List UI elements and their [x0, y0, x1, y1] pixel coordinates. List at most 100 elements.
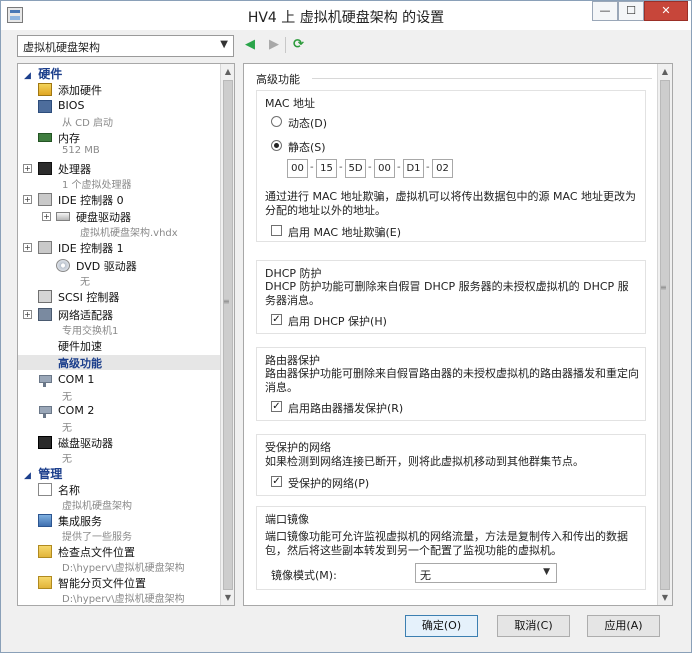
- settings-tree[interactable]: ◢ 硬件 添加硬件 BIOS 从 CD 启动 内存 512 MB + 处理器 1…: [17, 63, 235, 606]
- tree-item-label: 添加硬件: [58, 84, 102, 97]
- name-tag-icon: [38, 483, 52, 496]
- toolbar-separator: [285, 37, 286, 53]
- mac-octet-input[interactable]: 02: [432, 159, 453, 178]
- folder-icon: [38, 545, 52, 558]
- mac-static-label[interactable]: 静态(S): [288, 139, 326, 155]
- cancel-button[interactable]: 取消(C): [497, 615, 570, 637]
- protected-network-group: 受保护的网络 如果检测到网络连接已断开，则将此虚拟机移动到其他群集节点。 ✓ 受…: [256, 434, 646, 496]
- mac-spoofing-label[interactable]: 启用 MAC 地址欺骗(E): [288, 224, 401, 240]
- tree-item-integration-services[interactable]: 集成服务: [18, 513, 220, 528]
- dhcp-guard-label[interactable]: 启用 DHCP 保护(H): [288, 313, 387, 329]
- tree-item-detail: 专用交换机1: [62, 326, 119, 337]
- scrollbar-thumb[interactable]: [660, 80, 670, 590]
- mac-dynamic-label[interactable]: 动态(D): [288, 115, 327, 131]
- close-button[interactable]: ✕: [644, 1, 688, 21]
- com-port-icon: [38, 405, 52, 418]
- tree-item-smart-paging-location[interactable]: 智能分页文件位置: [18, 575, 220, 590]
- tree-item-detail: 虚拟机硬盘架构: [62, 501, 132, 512]
- router-guard-group: 路由器保护 路由器保护功能可删除来自假冒路由器的未授权虚拟机的路由器播发和重定向…: [256, 347, 646, 421]
- network-adapter-icon: [38, 308, 52, 321]
- folder-icon: [38, 576, 52, 589]
- apply-button[interactable]: 应用(A): [587, 615, 660, 637]
- tree-item-detail: 512 MB: [62, 145, 100, 156]
- tree-item-hardware-acceleration[interactable]: 硬件加速: [18, 338, 220, 353]
- mac-spoofing-checkbox[interactable]: [271, 225, 282, 236]
- tree-item-dvd-drive[interactable]: DVD 驱动器: [18, 258, 220, 273]
- tree-item-processor[interactable]: 处理器: [18, 161, 220, 176]
- mac-octet-input[interactable]: D1: [403, 159, 424, 178]
- forward-arrow-icon[interactable]: ▶: [269, 37, 279, 52]
- ok-button[interactable]: 确定(O): [405, 615, 478, 637]
- title-bar[interactable]: HV4 上 虚拟机硬盘架构 的设置 — ☐ ✕: [1, 1, 691, 30]
- mac-static-radio[interactable]: [271, 140, 282, 151]
- tree-item-detail: 从 CD 启动: [62, 118, 114, 129]
- group-title: DHCP 防护: [265, 267, 322, 280]
- tree-item-label: COM 2: [58, 404, 95, 417]
- mirroring-mode-value: 无: [420, 569, 431, 582]
- tree-item-scsi[interactable]: SCSI 控制器: [18, 289, 220, 304]
- minimize-button[interactable]: —: [592, 1, 618, 21]
- vm-selector-dropdown[interactable]: 虚拟机硬盘架构 ▼: [17, 35, 234, 57]
- tree-item-diskette-drive[interactable]: 磁盘驱动器: [18, 435, 220, 450]
- maximize-button[interactable]: ☐: [618, 1, 644, 21]
- mirroring-mode-dropdown[interactable]: 无 ▼: [415, 563, 557, 583]
- mac-octet-input[interactable]: 00: [374, 159, 395, 178]
- tree-item-label: COM 1: [58, 373, 95, 386]
- panel-scrollbar[interactable]: ▲ ≡ ▼: [657, 64, 672, 605]
- settings-window: HV4 上 虚拟机硬盘架构 的设置 — ☐ ✕ 虚拟机硬盘架构 ▼ ◀ ▶ ⟳ …: [0, 0, 692, 653]
- mac-octet-input[interactable]: 15: [316, 159, 337, 178]
- tree-item-memory[interactable]: 内存: [18, 130, 220, 145]
- tree-section-management[interactable]: ◢ 管理: [18, 465, 218, 481]
- com-port-icon: [38, 374, 52, 387]
- group-title: 受保护的网络: [265, 441, 331, 454]
- mac-dynamic-radio[interactable]: [271, 116, 282, 127]
- tree-section-hardware[interactable]: ◢ 硬件: [18, 65, 218, 81]
- tree-item-ide1[interactable]: IDE 控制器 1: [18, 240, 220, 255]
- tree-section-label: 硬件: [38, 67, 63, 81]
- router-guard-checkbox[interactable]: ✓: [271, 401, 282, 412]
- tree-item-label: 内存: [58, 132, 80, 145]
- group-title: 端口镜像: [265, 513, 309, 526]
- protected-network-checkbox[interactable]: ✓: [271, 476, 282, 487]
- tree-item-detail: 无: [62, 423, 72, 434]
- tree-item-detail: D:\hyperv\虚拟机硬盘架构: [62, 594, 185, 605]
- mac-octet-input[interactable]: 00: [287, 159, 308, 178]
- scroll-down-icon[interactable]: ▼: [221, 590, 234, 605]
- scroll-up-icon[interactable]: ▲: [221, 64, 234, 79]
- refresh-icon[interactable]: ⟳: [293, 37, 304, 52]
- tree-item-com1[interactable]: COM 1: [18, 373, 220, 388]
- dhcp-guard-checkbox[interactable]: ✓: [271, 314, 282, 325]
- tree-item-ide0[interactable]: IDE 控制器 0: [18, 192, 220, 207]
- scroll-up-icon[interactable]: ▲: [658, 64, 672, 79]
- protected-network-label[interactable]: 受保护的网络(P): [288, 475, 369, 491]
- group-title: 路由器保护: [265, 354, 320, 367]
- tree-item-add-hardware[interactable]: 添加硬件: [18, 82, 220, 97]
- advanced-features-panel: 高级功能 MAC 地址 动态(D) 静态(S) 00 - 15 - 5D - 0…: [243, 63, 673, 606]
- ide-controller-icon: [38, 241, 52, 254]
- tree-item-detail: 提供了一些服务: [62, 532, 132, 543]
- tree-item-advanced-features[interactable]: 高级功能: [18, 355, 220, 370]
- tree-item-network-adapter[interactable]: 网络适配器: [18, 307, 220, 322]
- scroll-down-icon[interactable]: ▼: [658, 590, 672, 605]
- tree-item-checkpoint-location[interactable]: 检查点文件位置: [18, 544, 220, 559]
- router-guard-label[interactable]: 启用路由器播发保护(R): [288, 400, 403, 416]
- tree-item-hard-drive[interactable]: 硬盘驱动器: [18, 209, 220, 224]
- scrollbar-thumb[interactable]: [223, 80, 233, 590]
- window-title: HV4 上 虚拟机硬盘架构 的设置: [247, 10, 445, 26]
- tree-item-label: SCSI 控制器: [58, 291, 120, 304]
- back-arrow-icon[interactable]: ◀: [245, 37, 255, 52]
- port-mirroring-description: 端口镜像功能可允许监视虚拟机的网络流量，方法是复制传入和传出的数据包，然后将这些…: [265, 530, 628, 557]
- tree-item-bios[interactable]: BIOS: [18, 99, 220, 114]
- collapse-icon[interactable]: ◢: [24, 471, 34, 481]
- tree-item-com2[interactable]: COM 2: [18, 404, 220, 419]
- tree-item-label: IDE 控制器 0: [58, 194, 124, 207]
- floppy-disk-icon: [38, 436, 52, 449]
- mac-octet-input[interactable]: 5D: [345, 159, 366, 178]
- tree-scrollbar[interactable]: ▲ ≡ ▼: [220, 64, 234, 605]
- collapse-icon[interactable]: ◢: [24, 71, 34, 81]
- vm-selector-value: 虚拟机硬盘架构: [23, 41, 100, 54]
- tree-item-name[interactable]: 名称: [18, 482, 220, 497]
- router-guard-description: 路由器保护功能可删除来自假冒路由器的未授权虚拟机的路由器播发和重定向消息。: [265, 367, 639, 394]
- tree-section-label: 管理: [38, 467, 63, 481]
- memory-icon: [38, 133, 52, 142]
